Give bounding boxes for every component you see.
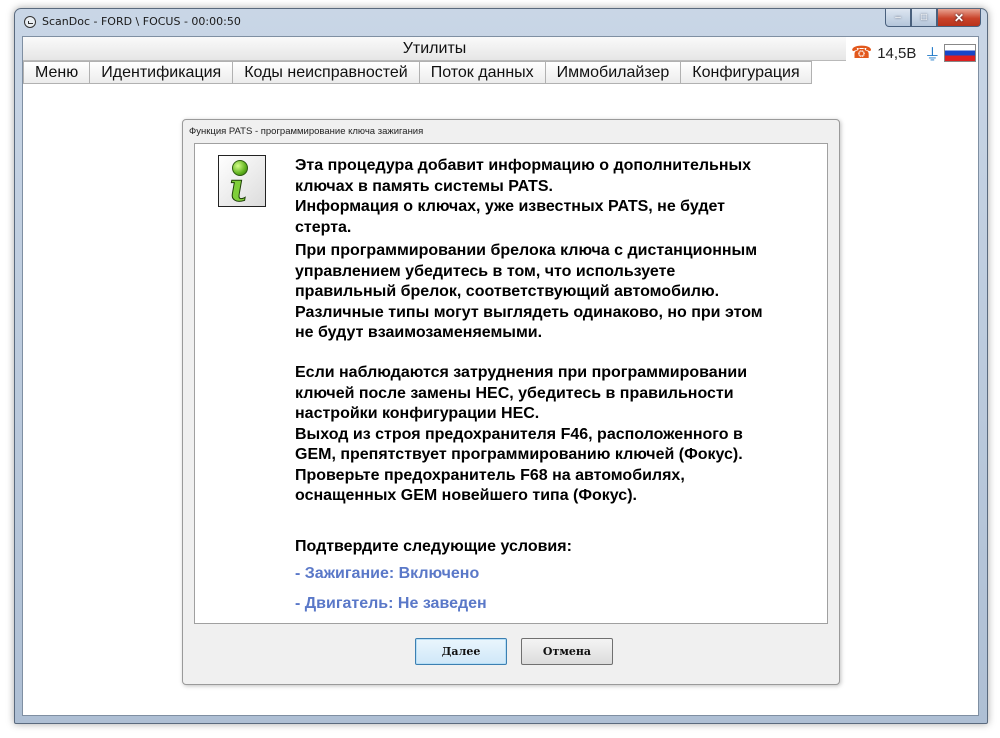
info-icon: ι <box>218 155 266 212</box>
plug-icon: ⏚ <box>924 47 941 64</box>
tab-menu[interactable]: Меню <box>23 61 91 84</box>
tab-immobilizer[interactable]: Иммобилайзер <box>545 61 682 84</box>
pats-dialog: Функция PATS - программирование ключа за… <box>182 119 840 685</box>
close-button[interactable]: ✕ <box>937 9 981 27</box>
condition-ignition: - Зажигание: Включено <box>295 565 480 582</box>
app-icon[interactable] <box>24 16 36 28</box>
next-button[interactable]: Далее <box>415 638 507 665</box>
maximize-button[interactable]: □ <box>911 9 937 27</box>
message-paragraph-1: Эта процедура добавит информацию о допол… <box>295 157 752 236</box>
minimize-button[interactable]: – <box>885 9 911 27</box>
app-window: ScanDoc - FORD \ FOCUS - 00:00:50 – □ ✕ … <box>14 8 988 724</box>
message-paragraph-2: При программировании брелока ключа с дис… <box>295 242 763 341</box>
minimize-icon: – <box>895 12 901 23</box>
close-icon: ✕ <box>953 10 965 25</box>
message-paragraph-3: Если наблюдаются затруднения при програм… <box>295 364 748 504</box>
tab-configuration[interactable]: Конфигурация <box>681 61 812 84</box>
dialog-message-panel: ι Эта процедура добавит информацию о доп… <box>194 143 828 624</box>
window-title: ScanDoc - FORD \ FOCUS - 00:00:50 <box>42 15 241 28</box>
main-tabs: Меню Идентификация Коды неисправностей П… <box>23 61 812 84</box>
client-area: Утилиты ☎ 14,5B ⏚ Меню Идентификация Код… <box>22 36 979 716</box>
title-bar[interactable]: ScanDoc - FORD \ FOCUS - 00:00:50 – □ ✕ <box>15 9 987 35</box>
tab-identification[interactable]: Идентификация <box>90 61 234 84</box>
section-title: Утилиты <box>23 37 846 61</box>
maximize-icon: □ <box>920 12 928 23</box>
confirm-heading: Подтвердите следующие условия: <box>295 538 572 555</box>
tab-data-stream[interactable]: Поток данных <box>419 61 546 84</box>
dialog-title: Функция PATS - программирование ключа за… <box>189 126 424 137</box>
tab-fault-codes[interactable]: Коды неисправностей <box>233 61 420 84</box>
status-area: ☎ 14,5B ⏚ <box>851 40 977 66</box>
voltage-readout: 14,5B <box>877 44 917 62</box>
condition-engine: - Двигатель: Не заведен <box>295 595 487 612</box>
cancel-button[interactable]: Отмена <box>521 638 613 665</box>
russia-flag-icon[interactable] <box>944 44 977 62</box>
window-controls: – □ ✕ <box>885 9 981 28</box>
phone-icon: ☎ <box>851 43 873 62</box>
